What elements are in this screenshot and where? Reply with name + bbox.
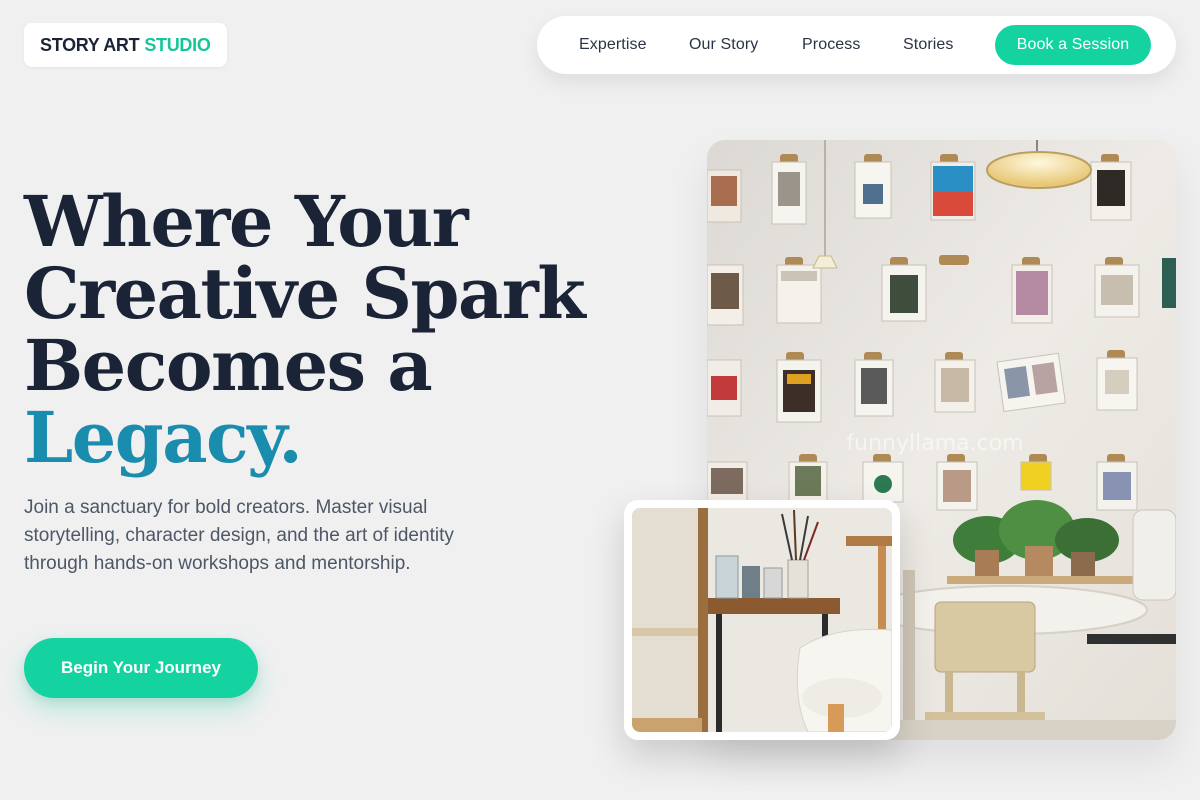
begin-journey-button[interactable]: Begin Your Journey: [24, 638, 258, 698]
brand-name-primary: STORY ART: [40, 34, 140, 55]
brand-logo[interactable]: STORY ART STUDIO: [24, 23, 227, 67]
hero-description: Join a sanctuary for bold creators. Mast…: [24, 497, 454, 574]
nav-link-expertise[interactable]: Expertise: [579, 16, 647, 74]
main-navigation: Expertise Our Story Process Stories Book…: [537, 16, 1176, 74]
nav-link-our-story[interactable]: Our Story: [689, 16, 758, 74]
nav-link-process[interactable]: Process: [802, 16, 861, 74]
nav-link-stories[interactable]: Stories: [903, 16, 954, 74]
headline-accent-word: Legacy.: [24, 396, 303, 479]
art-supplies-photo: [624, 500, 900, 740]
hero-headline: Where Your Creative Spark Becomes a Lega…: [24, 180, 586, 479]
headline-line-3: Becomes a: [24, 324, 433, 407]
headline-line-2: Creative Spark: [24, 252, 586, 335]
brand-name-accent: STUDIO: [144, 34, 211, 55]
headline-line-1: Where Your: [24, 180, 469, 263]
photo-watermark: funnyllama.com: [846, 431, 1023, 456]
book-session-button[interactable]: Book a Session: [995, 25, 1151, 65]
